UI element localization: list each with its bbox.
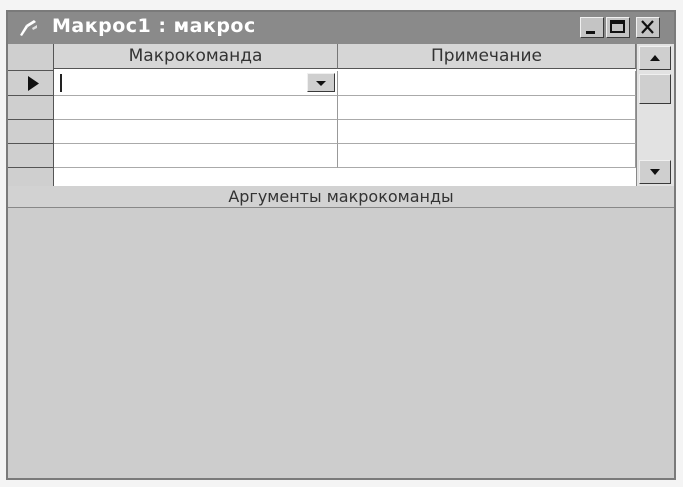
column-header-comment[interactable]: Примечание <box>338 44 636 69</box>
scroll-down-button[interactable] <box>639 160 671 184</box>
close-icon <box>641 20 654 34</box>
macro-icon <box>20 20 37 36</box>
maximize-button[interactable] <box>606 17 630 38</box>
title-bar[interactable]: Макрос1 : макрос <box>8 12 674 44</box>
corner-selector[interactable] <box>8 44 53 71</box>
dropdown-arrow-icon <box>316 81 326 86</box>
column-header-action[interactable]: Макрокоманда <box>54 44 338 69</box>
close-button[interactable] <box>636 17 660 38</box>
row-selector[interactable] <box>8 144 53 168</box>
maximize-icon <box>610 20 625 33</box>
row-selector[interactable] <box>8 96 53 120</box>
text-caret <box>60 74 62 92</box>
comment-cell[interactable] <box>338 120 636 144</box>
action-cell[interactable] <box>54 71 338 96</box>
comment-cell[interactable] <box>338 96 636 120</box>
comment-cell[interactable] <box>338 144 636 168</box>
vertical-scrollbar[interactable] <box>636 44 674 186</box>
macro-grid: Макрокоманда Примечание <box>8 44 674 186</box>
minimize-icon <box>586 31 595 34</box>
current-row-arrow-icon <box>28 76 39 91</box>
window-title: Макрос1 : макрос <box>52 15 256 37</box>
comment-cell[interactable] <box>338 71 636 96</box>
action-dropdown-button[interactable] <box>307 73 335 92</box>
action-cell[interactable] <box>54 96 338 120</box>
scroll-thumb[interactable] <box>639 74 671 104</box>
scroll-down-icon <box>650 169 660 175</box>
row-selector[interactable] <box>8 120 53 144</box>
macro-window: Макрос1 : макрос Макрокоманда Примечание… <box>6 10 676 480</box>
arguments-panel-title: Аргументы макрокоманды <box>8 186 674 208</box>
action-cell[interactable] <box>54 144 338 168</box>
row-selector[interactable] <box>8 71 53 96</box>
minimize-button[interactable] <box>580 17 604 38</box>
scroll-up-button[interactable] <box>639 46 671 70</box>
row-selector-column <box>8 44 54 186</box>
scroll-up-icon <box>650 55 660 61</box>
action-cell[interactable] <box>54 120 338 144</box>
arguments-panel <box>8 208 674 478</box>
